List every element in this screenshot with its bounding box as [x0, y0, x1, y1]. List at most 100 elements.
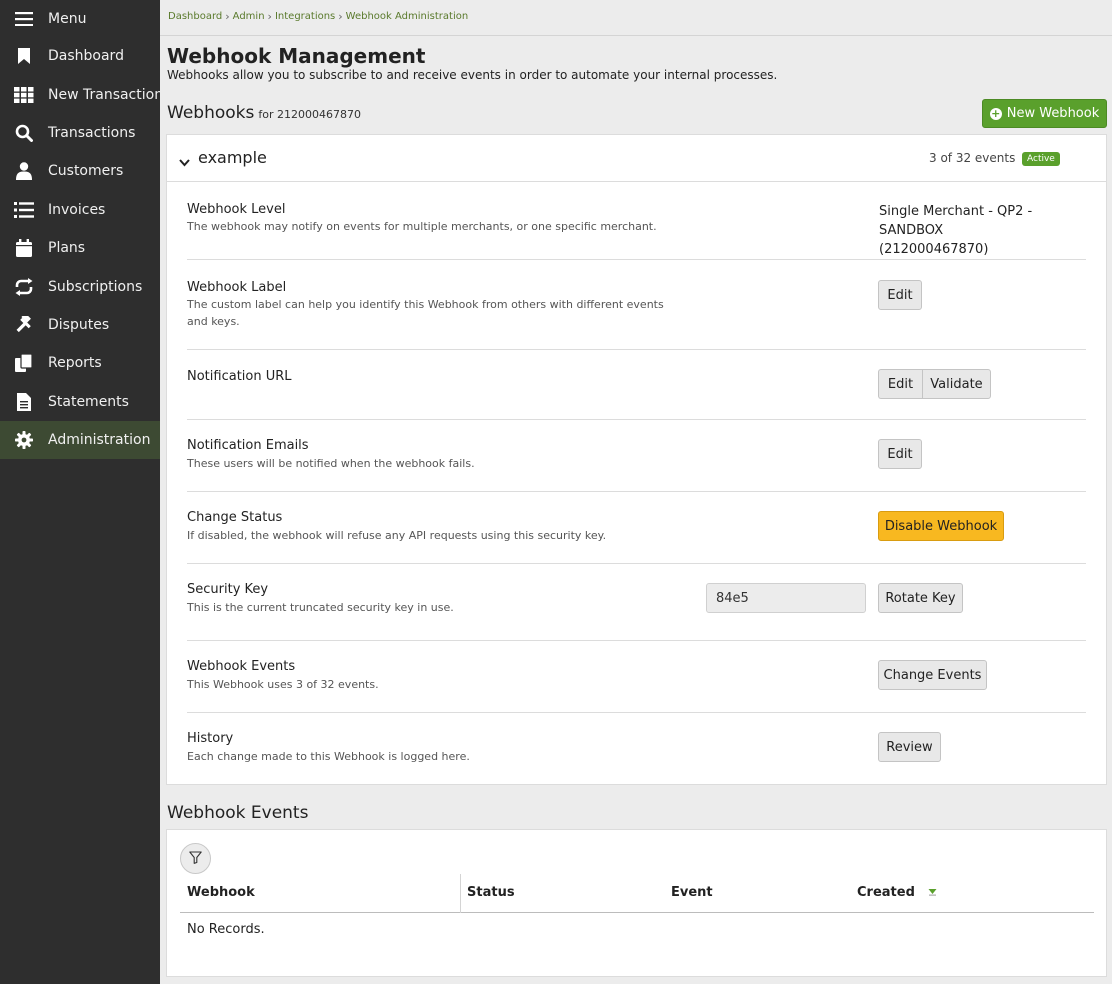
sidebar-item-invoices[interactable]: Invoices	[0, 191, 160, 229]
rotate-key-button[interactable]: Rotate Key	[878, 583, 963, 613]
sidebar-item-label: Statements	[48, 394, 129, 410]
webhook-level-value-line2: (212000467870)	[879, 242, 989, 257]
bookmark-icon	[14, 47, 34, 65]
sidebar-item-customers[interactable]: Customers	[0, 152, 160, 190]
history-row: History Each change made to this Webhook…	[187, 713, 1086, 785]
column-created-label: Created	[857, 885, 915, 900]
url-button-group: Edit Validate	[878, 369, 991, 399]
plus-circle-icon: +	[989, 106, 1002, 120]
webhook-events-desc: This Webhook uses 3 of 32 events.	[187, 678, 379, 691]
edit-emails-button[interactable]: Edit	[878, 439, 922, 469]
column-event[interactable]: Event	[671, 885, 713, 900]
table-header-row: Webhook Status Event Created	[180, 874, 1094, 913]
sidebar-item-new-transaction[interactable]: New Transaction	[0, 76, 160, 114]
gear-icon	[14, 431, 34, 449]
webhook-events-count: 3 of 32 events	[929, 151, 1016, 165]
sidebar-item-label: Customers	[48, 163, 124, 179]
sidebar-item-dashboard[interactable]: Dashboard	[0, 37, 160, 75]
edit-url-button[interactable]: Edit	[878, 369, 922, 399]
webhook-level-desc: The webhook may notify on events for mul…	[187, 220, 657, 233]
gavel-icon	[14, 316, 34, 334]
webhook-name: example	[198, 148, 267, 167]
breadcrumb: Dashboard › Admin › Integrations › Webho…	[168, 10, 468, 23]
sidebar-item-statements[interactable]: Statements	[0, 383, 160, 421]
history-desc: Each change made to this Webhook is logg…	[187, 750, 470, 763]
change-status-title: Change Status	[187, 510, 283, 525]
top-bar: Dashboard › Admin › Integrations › Webho…	[160, 0, 1112, 36]
new-webhook-label: New Webhook	[1006, 106, 1100, 121]
menu-toggle[interactable]: Menu	[0, 0, 160, 38]
webhook-events-row: Webhook Events This Webhook uses 3 of 32…	[187, 641, 1086, 713]
security-key-row: Security Key This is the current truncat…	[187, 564, 1086, 641]
notification-url-row: Notification URL Edit Validate	[187, 350, 1086, 420]
search-icon	[14, 124, 34, 142]
webhook-card: example 3 of 32 events Active Webhook Le…	[166, 134, 1107, 785]
repeat-icon	[14, 278, 34, 296]
breadcrumb-integrations[interactable]: Integrations	[275, 11, 335, 22]
webhook-label-desc: The custom label can help you identify t…	[187, 298, 664, 328]
chevron-right-icon: ›	[338, 10, 343, 23]
sidebar-item-label: Subscriptions	[48, 279, 143, 295]
notification-emails-title: Notification Emails	[187, 438, 309, 453]
webhook-level-title: Webhook Level	[187, 202, 286, 217]
notification-emails-row: Notification Emails These users will be …	[187, 420, 1086, 492]
calendar-icon	[14, 239, 34, 257]
chevron-right-icon: ›	[267, 10, 272, 23]
webhook-level-value-line1: Single Merchant - QP2 - SANDBOX	[879, 204, 1033, 238]
column-status[interactable]: Status	[467, 885, 515, 900]
sidebar-item-label: Dashboard	[48, 48, 124, 64]
breadcrumb-admin[interactable]: Admin	[233, 11, 265, 22]
sidebar: Menu Dashboard New Transaction Transacti…	[0, 0, 160, 984]
webhook-events-heading: Webhook Events	[167, 803, 309, 823]
status-badge: Active	[1022, 152, 1060, 166]
sidebar-item-label: Transactions	[48, 125, 136, 141]
column-divider[interactable]	[460, 874, 461, 913]
edit-label-button[interactable]: Edit	[878, 280, 922, 310]
sidebar-item-administration[interactable]: Administration	[0, 421, 160, 459]
sidebar-item-disputes[interactable]: Disputes	[0, 306, 160, 344]
webhooks-subtitle: for 212000467870	[258, 108, 361, 121]
hamburger-icon	[14, 10, 34, 28]
sidebar-item-reports[interactable]: Reports	[0, 344, 160, 382]
security-key-field[interactable]	[706, 583, 866, 613]
review-history-button[interactable]: Review	[878, 732, 941, 762]
disable-webhook-button[interactable]: Disable Webhook	[878, 511, 1004, 541]
sidebar-item-transactions[interactable]: Transactions	[0, 114, 160, 152]
sidebar-item-label: Reports	[48, 355, 102, 371]
change-status-row: Change Status If disabled, the webhook w…	[187, 492, 1086, 564]
change-status-desc: If disabled, the webhook will refuse any…	[187, 529, 607, 542]
sidebar-item-label: New Transaction	[48, 87, 160, 103]
notification-emails-desc: These users will be notified when the we…	[187, 457, 475, 470]
chevron-down-icon[interactable]	[179, 152, 190, 171]
webhook-level-row: Webhook Level The webhook may notify on …	[187, 182, 1086, 260]
webhook-events-title: Webhook Events	[187, 659, 296, 674]
column-webhook[interactable]: Webhook	[187, 885, 255, 900]
list-icon	[14, 201, 34, 219]
user-icon	[14, 162, 34, 180]
breadcrumb-dashboard[interactable]: Dashboard	[168, 11, 222, 22]
grid-icon	[14, 86, 34, 104]
column-created[interactable]: Created	[857, 885, 937, 900]
sidebar-item-plans[interactable]: Plans	[0, 229, 160, 267]
sidebar-item-label: Invoices	[48, 202, 106, 218]
webhook-card-header[interactable]: example 3 of 32 events Active	[167, 135, 1106, 182]
sidebar-item-label: Plans	[48, 240, 86, 256]
page-description: Webhooks allow you to subscribe to and r…	[167, 68, 778, 82]
notification-url-title: Notification URL	[187, 369, 292, 384]
security-key-title: Security Key	[187, 582, 269, 597]
filter-icon	[189, 850, 202, 867]
webhook-level-value: Single Merchant - QP2 - SANDBOX (2120004…	[879, 202, 1086, 259]
empty-table-message: No Records.	[187, 922, 265, 937]
breadcrumb-webhook-administration[interactable]: Webhook Administration	[346, 11, 469, 22]
sort-desc-icon[interactable]	[928, 885, 937, 900]
new-webhook-button[interactable]: + New Webhook	[982, 99, 1107, 128]
webhook-events-card: Webhook Status Event Created No Records.	[166, 829, 1107, 977]
security-key-desc: This is the current truncated security k…	[187, 601, 454, 614]
change-events-button[interactable]: Change Events	[878, 660, 987, 690]
sidebar-item-subscriptions[interactable]: Subscriptions	[0, 268, 160, 306]
filter-button[interactable]	[180, 843, 211, 874]
menu-label: Menu	[48, 11, 87, 27]
history-title: History	[187, 731, 234, 746]
validate-url-button[interactable]: Validate	[922, 369, 991, 399]
webhook-label-title: Webhook Label	[187, 280, 287, 295]
